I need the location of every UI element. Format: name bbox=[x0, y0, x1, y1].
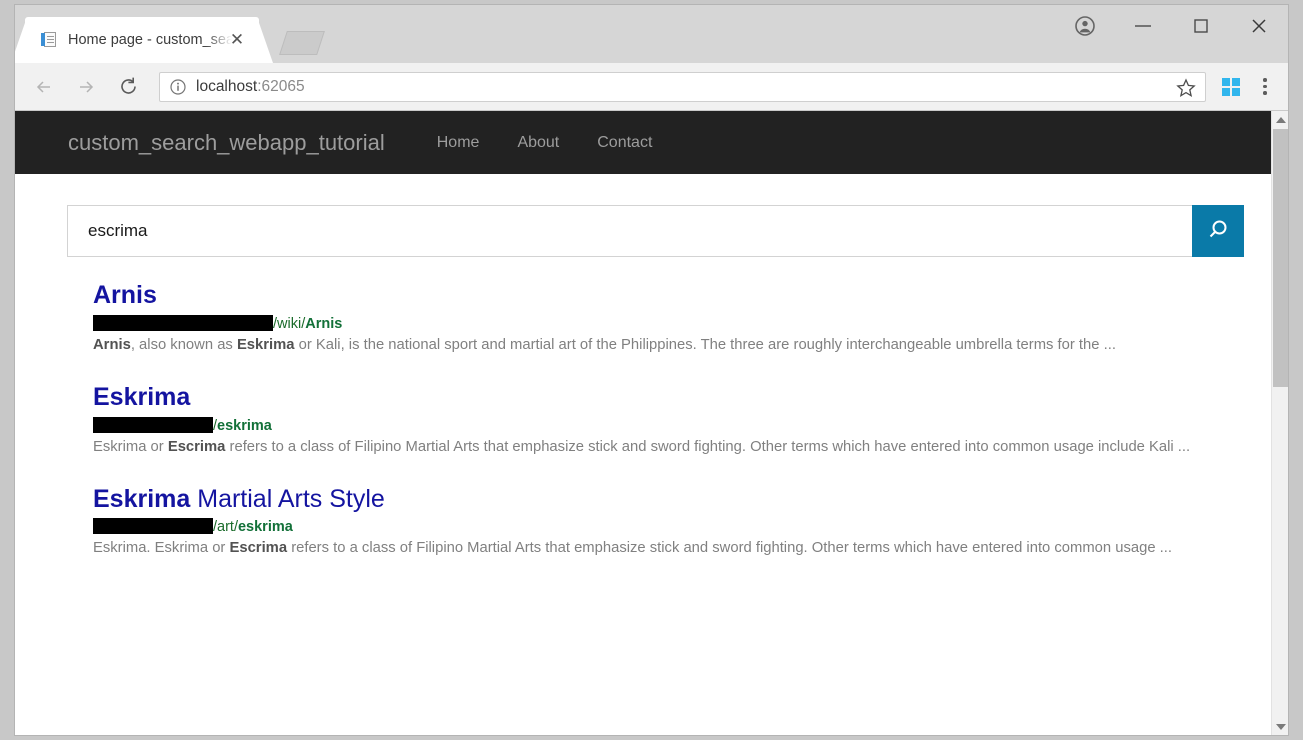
result-url[interactable]: /art/eskrima bbox=[93, 518, 1271, 535]
minimize-button[interactable] bbox=[1114, 5, 1172, 47]
page-scrollbar[interactable] bbox=[1271, 111, 1288, 735]
nav-link-home[interactable]: Home bbox=[418, 134, 499, 152]
info-icon bbox=[170, 79, 186, 95]
result-url-path: /wiki/Arnis bbox=[273, 316, 342, 332]
redacted-domain bbox=[93, 417, 213, 433]
search-icon bbox=[1205, 217, 1231, 246]
result-title[interactable]: Eskrima Martial Arts Style bbox=[93, 485, 1271, 514]
browser-window: Home page - custom_sea ✕ bbox=[14, 4, 1289, 736]
three-dot-menu-icon[interactable] bbox=[1248, 68, 1282, 106]
address-bar[interactable]: localhost:62065 bbox=[159, 72, 1206, 102]
result-snippet: Eskrima or Escrima refers to a class of … bbox=[93, 437, 1198, 457]
result-title-highlight: Eskrima bbox=[93, 383, 190, 411]
site-navbar: custom_search_webapp_tutorial Home About… bbox=[15, 111, 1271, 174]
search-input[interactable] bbox=[88, 221, 1192, 241]
result-title-highlight: Eskrima bbox=[93, 485, 190, 513]
result-url[interactable]: /eskrima bbox=[93, 417, 1271, 434]
redacted-domain bbox=[93, 518, 213, 534]
tab-close-icon[interactable]: ✕ bbox=[229, 32, 245, 48]
document-icon bbox=[41, 32, 58, 49]
result-snippet: Arnis, also known as Eskrima or Kali, is… bbox=[93, 335, 1218, 355]
browser-toolbar: localhost:62065 bbox=[15, 63, 1288, 111]
close-button[interactable] bbox=[1230, 5, 1288, 47]
chevron-up-icon bbox=[1276, 117, 1286, 123]
new-tab-button[interactable] bbox=[279, 31, 325, 55]
result-url-path: /eskrima bbox=[213, 418, 272, 434]
search-result-item: Arnis /wiki/Arnis Arnis, also known as E… bbox=[93, 281, 1271, 355]
search-result-item: Eskrima /eskrima Eskrima or Escrima refe… bbox=[93, 383, 1271, 457]
scroll-down-button[interactable] bbox=[1272, 718, 1288, 735]
scrollbar-thumb[interactable] bbox=[1273, 129, 1288, 387]
nav-link-contact[interactable]: Contact bbox=[578, 134, 671, 152]
maximize-button[interactable] bbox=[1172, 5, 1230, 47]
page-viewport: custom_search_webapp_tutorial Home About… bbox=[15, 111, 1288, 735]
search-button[interactable] bbox=[1192, 205, 1244, 257]
site-nav-links: Home About Contact bbox=[418, 134, 672, 152]
reload-button[interactable] bbox=[109, 68, 147, 106]
redacted-domain bbox=[93, 315, 273, 331]
result-title-rest: Martial Arts Style bbox=[190, 485, 385, 513]
site-brand[interactable]: custom_search_webapp_tutorial bbox=[68, 130, 385, 156]
search-result-item: Eskrima Martial Arts Style /art/eskrima … bbox=[93, 485, 1271, 559]
browser-titlebar: Home page - custom_sea ✕ bbox=[15, 5, 1288, 63]
result-title[interactable]: Arnis bbox=[93, 281, 1271, 310]
nav-link-about[interactable]: About bbox=[498, 134, 578, 152]
scroll-up-button[interactable] bbox=[1272, 111, 1288, 128]
result-url-path: /art/eskrima bbox=[213, 519, 293, 535]
search-results-list: Arnis /wiki/Arnis Arnis, also known as E… bbox=[93, 281, 1271, 558]
result-snippet: Eskrima. Eskrima or Escrima refers to a … bbox=[93, 538, 1218, 558]
result-title-highlight: Arnis bbox=[93, 281, 157, 309]
back-button[interactable] bbox=[25, 68, 63, 106]
profile-icon[interactable] bbox=[1056, 5, 1114, 47]
result-url[interactable]: /wiki/Arnis bbox=[93, 315, 1271, 332]
browser-tab[interactable]: Home page - custom_sea ✕ bbox=[25, 17, 259, 63]
url-text: localhost:62065 bbox=[196, 78, 305, 96]
windows-logo-icon[interactable] bbox=[1214, 68, 1248, 106]
window-controls bbox=[1056, 5, 1288, 47]
tab-title: Home page - custom_sea bbox=[68, 32, 232, 48]
search-input-wrapper[interactable] bbox=[67, 205, 1192, 257]
screenshot-root: Home page - custom_sea ✕ bbox=[0, 0, 1303, 740]
web-page: custom_search_webapp_tutorial Home About… bbox=[15, 111, 1271, 735]
search-form bbox=[67, 205, 1244, 257]
chevron-down-icon bbox=[1276, 724, 1286, 730]
result-title[interactable]: Eskrima bbox=[93, 383, 1271, 412]
forward-button[interactable] bbox=[67, 68, 105, 106]
star-icon[interactable] bbox=[1175, 77, 1197, 99]
